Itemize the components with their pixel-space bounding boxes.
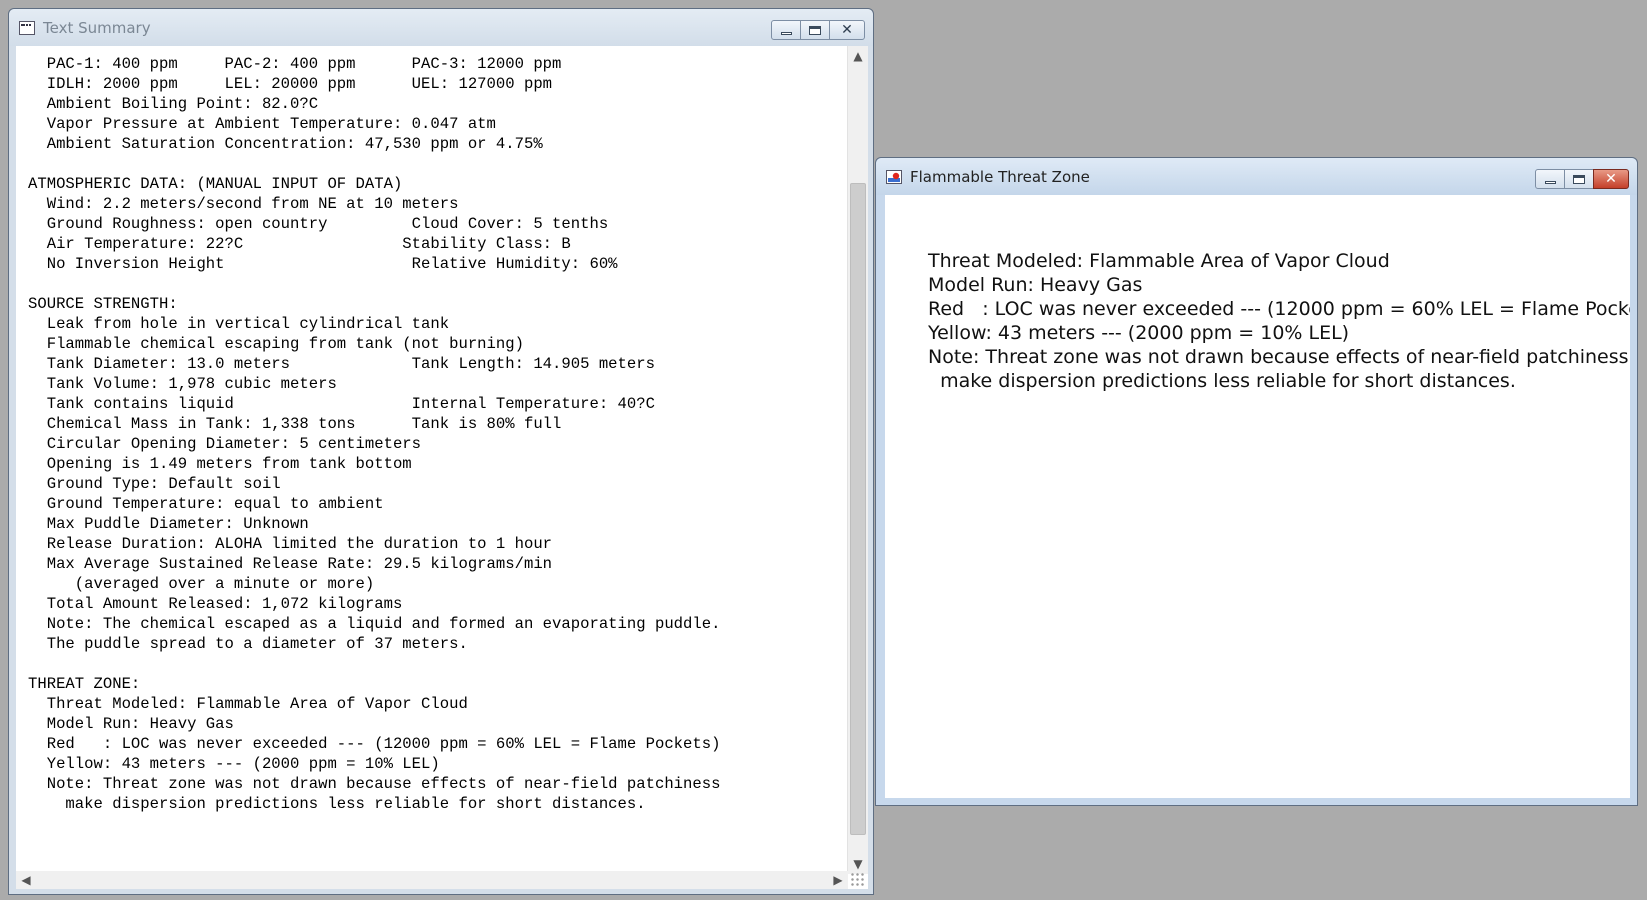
summary-line: Threat Modeled: Flammable Area of Vapor … <box>28 695 468 713</box>
summary-line: (averaged over a minute or more) <box>28 575 375 593</box>
close-icon: ✕ <box>1605 171 1617 187</box>
summary-line: Vapor Pressure at Ambient Temperature: 0… <box>28 115 496 133</box>
summary-line <box>28 154 720 174</box>
summary-line: Wind: 2.2 meters/second from NE at 10 me… <box>28 195 459 213</box>
text-summary-titlebar[interactable]: Text Summary ✕ <box>9 9 873 46</box>
threat-line: Threat Modeled: Flammable Area of Vapor … <box>928 250 1390 272</box>
threat-zone-titlebar[interactable]: Flammable Threat Zone ✕ <box>876 158 1637 195</box>
summary-line: Max Puddle Diameter: Unknown <box>28 515 309 533</box>
maximize-icon <box>809 25 821 35</box>
summary-line: SOURCE STRENGTH: <box>28 295 178 313</box>
chevron-right-icon: ▶ <box>833 873 843 887</box>
summary-line: Circular Opening Diameter: 5 centimeters <box>28 435 422 453</box>
minimize-icon <box>780 31 792 35</box>
summary-line: Ambient Saturation Concentration: 47,530… <box>28 135 543 153</box>
scroll-left-arrow[interactable]: ◀ <box>16 871 36 889</box>
threat-line: Note: Threat zone was not drawn because … <box>928 346 1629 368</box>
summary-line: Note: The chemical escaped as a liquid a… <box>28 615 721 633</box>
threat-zone-window: Flammable Threat Zone ✕ Threat Modeled: … <box>875 157 1638 806</box>
threat-line: make dispersion predictions less reliabl… <box>928 370 1516 392</box>
summary-line: Tank Diameter: 13.0 meters Tank Length: … <box>28 355 655 373</box>
summary-line: Air Temperature: 22?C Stability Class: B <box>28 235 571 253</box>
summary-line: Yellow: 43 meters --- (2000 ppm = 10% LE… <box>28 755 440 773</box>
text-summary-app-icon <box>19 21 35 35</box>
summary-line: Tank Volume: 1,978 cubic meters <box>28 375 337 393</box>
scroll-down-arrow[interactable]: ▼ <box>848 854 868 874</box>
summary-line: IDLH: 2000 ppm LEL: 20000 ppm UEL: 12700… <box>28 75 553 93</box>
minimize-button[interactable] <box>1535 169 1565 189</box>
threat-line: Yellow: 43 meters --- (2000 ppm = 10% LE… <box>928 322 1350 344</box>
maximize-icon <box>1573 174 1585 184</box>
close-button[interactable]: ✕ <box>829 20 865 40</box>
vertical-scrollbar[interactable]: ▲ ▼ <box>847 46 868 874</box>
scroll-up-arrow[interactable]: ▲ <box>848 46 868 66</box>
minimize-icon <box>1544 180 1556 184</box>
threat-line: Model Run: Heavy Gas <box>928 274 1143 296</box>
maximize-button[interactable] <box>1564 169 1594 189</box>
summary-line: The puddle spread to a diameter of 37 me… <box>28 635 468 653</box>
chevron-up-icon: ▲ <box>853 49 863 63</box>
close-button[interactable]: ✕ <box>1593 169 1629 189</box>
chevron-left-icon: ◀ <box>21 873 31 887</box>
summary-line: Tank contains liquid Internal Temperatur… <box>28 395 655 413</box>
chevron-down-icon: ▼ <box>853 857 863 871</box>
scroll-right-arrow[interactable]: ▶ <box>828 871 848 889</box>
threat-zone-title: Flammable Threat Zone <box>910 168 1090 186</box>
summary-line: Opening is 1.49 meters from tank bottom <box>28 455 412 473</box>
summary-line: make dispersion predictions less reliabl… <box>28 795 646 813</box>
summary-line: Ambient Boiling Point: 82.0?C <box>28 95 319 113</box>
maximize-button[interactable] <box>800 20 830 40</box>
summary-line: Leak from hole in vertical cylindrical t… <box>28 315 450 333</box>
summary-line: Red : LOC was never exceeded --- (12000 … <box>28 735 721 753</box>
summary-line: Model Run: Heavy Gas <box>28 715 234 733</box>
summary-line: Ground Roughness: open country Cloud Cov… <box>28 215 609 233</box>
summary-line <box>28 654 720 674</box>
summary-line: Ground Temperature: equal to ambient <box>28 495 384 513</box>
summary-line: ATMOSPHERIC DATA: (MANUAL INPUT OF DATA) <box>28 175 403 193</box>
summary-line: Note: Threat zone was not drawn because … <box>28 775 721 793</box>
horizontal-scrollbar[interactable]: ◀ ▶ <box>16 871 848 889</box>
close-icon: ✕ <box>841 22 853 38</box>
summary-line: PAC-1: 400 ppm PAC-2: 400 ppm PAC-3: 120… <box>28 55 562 73</box>
summary-line: Release Duration: ALOHA limited the dura… <box>28 535 553 553</box>
text-summary-window: Text Summary ✕ PAC-1: 400 ppm PAC-2: 400… <box>8 8 874 895</box>
threat-zone-text: Threat Modeled: Flammable Area of Vapor … <box>928 249 1630 393</box>
summary-line: No Inversion Height Relative Humidity: 6… <box>28 255 618 273</box>
summary-line: Max Average Sustained Release Rate: 29.5… <box>28 555 553 573</box>
scrollbar-thumb[interactable] <box>850 183 866 835</box>
summary-line <box>28 274 720 294</box>
summary-line: Ground Type: Default soil <box>28 475 281 493</box>
minimize-button[interactable] <box>771 20 801 40</box>
summary-line: Total Amount Released: 1,072 kilograms <box>28 595 403 613</box>
threat-zone-app-icon <box>886 170 902 184</box>
summary-line: Flammable chemical escaping from tank (n… <box>28 335 524 353</box>
summary-text: PAC-1: 400 ppm PAC-2: 400 ppm PAC-3: 120… <box>28 54 720 814</box>
resize-grip[interactable] <box>850 872 866 888</box>
text-summary-content: PAC-1: 400 ppm PAC-2: 400 ppm PAC-3: 120… <box>16 46 868 889</box>
threat-line: Red : LOC was never exceeded --- (12000 … <box>928 298 1630 320</box>
text-summary-title: Text Summary <box>43 19 151 37</box>
threat-zone-content: Threat Modeled: Flammable Area of Vapor … <box>885 195 1630 798</box>
summary-line: THREAT ZONE: <box>28 675 141 693</box>
summary-line: Chemical Mass in Tank: 1,338 tons Tank i… <box>28 415 562 433</box>
